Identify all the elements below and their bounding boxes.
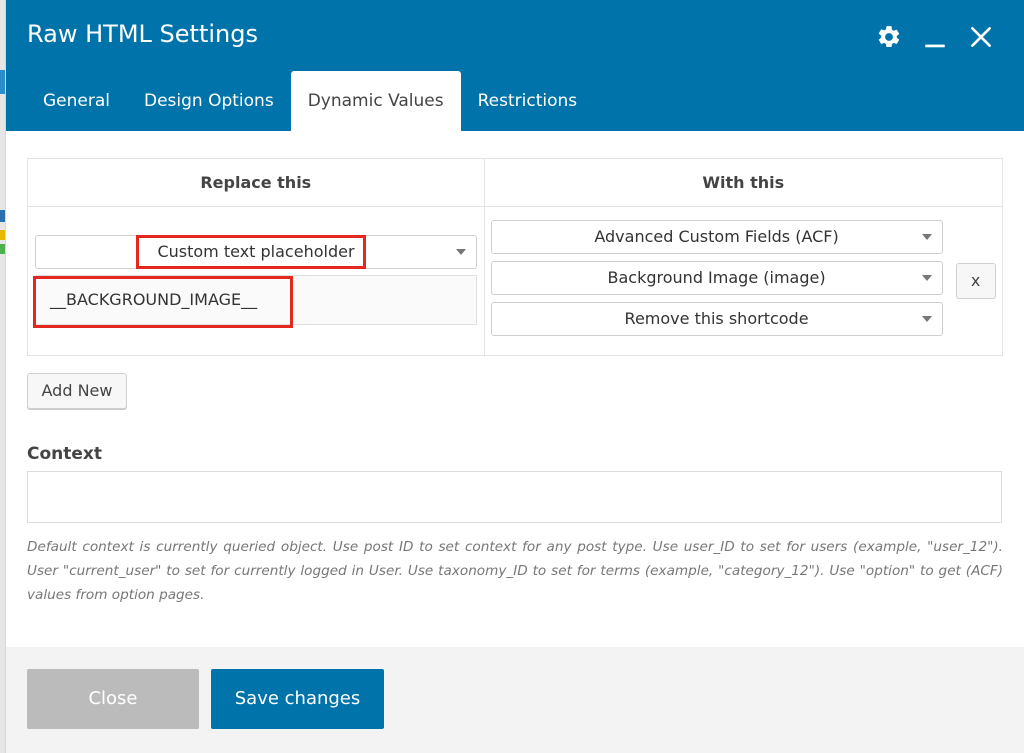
- close-button[interactable]: Close: [27, 669, 199, 729]
- save-changes-button[interactable]: Save changes: [211, 669, 384, 729]
- tab-design-options[interactable]: Design Options: [127, 71, 291, 131]
- modal-header: Raw HTML Settings General Design Options…: [6, 0, 1024, 131]
- context-label: Context: [27, 444, 103, 464]
- field-select[interactable]: Background Image (image): [490, 261, 943, 295]
- gear-icon[interactable]: [876, 24, 902, 50]
- source-select[interactable]: Advanced Custom Fields (ACF): [490, 220, 943, 254]
- chevron-down-icon: [921, 275, 932, 281]
- tab-dynamic-values[interactable]: Dynamic Values: [290, 71, 461, 131]
- dynamic-values-table: Replace this With this Custom text place…: [27, 158, 1004, 356]
- field-value: Background Image (image): [607, 268, 826, 287]
- context-input[interactable]: [27, 471, 1002, 523]
- context-help-text: Default context is currently queried obj…: [27, 539, 1003, 603]
- placeholder-type-value: Custom text placeholder: [157, 242, 355, 261]
- chevron-down-icon: [921, 234, 932, 240]
- column-header-replace: Replace this: [27, 158, 485, 207]
- minimize-icon[interactable]: [922, 24, 948, 50]
- close-icon[interactable]: [968, 24, 994, 50]
- placeholder-type-select[interactable]: Custom text placeholder: [35, 235, 477, 269]
- modal-footer: Close Save changes: [6, 647, 1024, 753]
- remove-row-button[interactable]: x: [955, 263, 996, 299]
- chevron-down-icon: [921, 316, 932, 322]
- column-header-with: With this: [483, 158, 1004, 207]
- placeholder-text-input[interactable]: __BACKGROUND_IMAGE__: [35, 275, 477, 325]
- tab-restrictions[interactable]: Restrictions: [461, 71, 595, 131]
- settings-modal: Raw HTML Settings General Design Options…: [5, 0, 1024, 753]
- with-cell: Advanced Custom Fields (ACF) Background …: [483, 206, 1004, 356]
- fallback-select[interactable]: Remove this shortcode: [490, 302, 943, 336]
- table-row: Custom text placeholder __BACKGROUND_IMA…: [27, 206, 1004, 356]
- tab-bar: General Design Options Dynamic Values Re…: [26, 71, 594, 131]
- source-value: Advanced Custom Fields (ACF): [594, 227, 839, 246]
- add-new-button[interactable]: Add New: [27, 373, 127, 409]
- header-controls: [876, 24, 994, 50]
- modal-title: Raw HTML Settings: [27, 20, 258, 48]
- fallback-value: Remove this shortcode: [624, 309, 809, 328]
- tab-content: Replace this With this Custom text place…: [27, 158, 1004, 603]
- chevron-down-icon: [456, 249, 466, 255]
- replace-cell: Custom text placeholder __BACKGROUND_IMA…: [27, 206, 485, 356]
- tab-general[interactable]: General: [26, 71, 127, 131]
